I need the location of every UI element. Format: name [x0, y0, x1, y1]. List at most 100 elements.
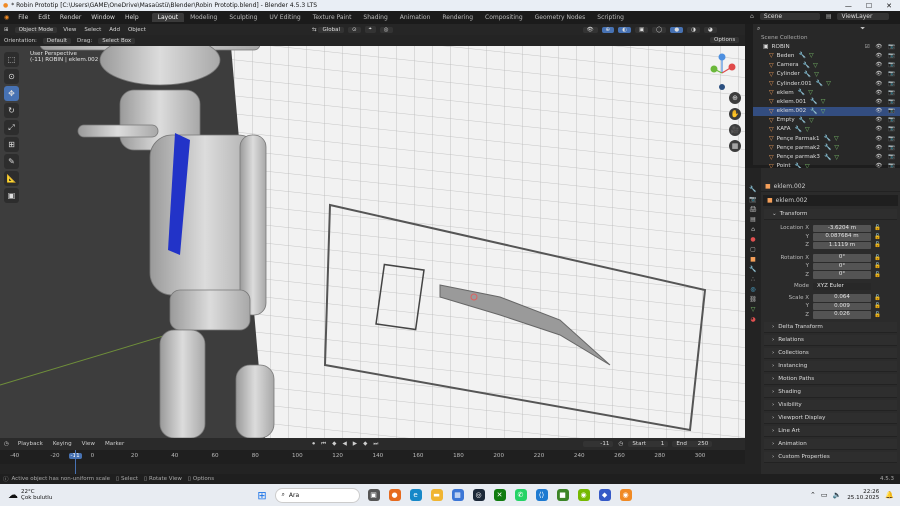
select-box-tool-icon[interactable]: ⬚ — [4, 52, 19, 67]
menu-window[interactable]: Window — [86, 14, 120, 21]
filter-icon[interactable]: ⏷ — [860, 25, 865, 33]
menu-render[interactable]: Render — [55, 14, 86, 21]
lock-icon[interactable]: 🔓 — [874, 272, 881, 278]
outliner-item[interactable]: ▽ Pençe parmak2 🔧 ▽ 👁 📷 — [753, 143, 900, 152]
rotation-mode-select[interactable]: XYZ Euler — [813, 282, 871, 290]
notifications-icon[interactable]: 🔔 — [885, 491, 900, 499]
close-button[interactable]: ✕ — [886, 2, 892, 10]
section-6[interactable]: › Visibility — [764, 400, 897, 411]
view-layer-selector[interactable]: ViewLayer — [837, 13, 890, 20]
visibility-icons[interactable]: 👁 📷 — [875, 126, 897, 132]
lock-icon[interactable]: 🔓 — [874, 242, 881, 248]
section-3[interactable]: › Instancing — [764, 361, 897, 372]
outliner-item[interactable]: ▽ Cylinder.001 🔧 ▽ 👁 📷 — [753, 79, 900, 88]
search-box[interactable]: ⌕ Ara — [274, 487, 360, 503]
menu-keying[interactable]: Keying — [48, 441, 77, 447]
play-reverse-button[interactable]: ◀ — [339, 441, 349, 447]
menu-marker[interactable]: Marker — [100, 441, 129, 447]
tab-sculpting[interactable]: Sculpting — [223, 13, 263, 22]
network-icon[interactable]: ▭ — [821, 491, 828, 499]
maximize-button[interactable]: ☐ — [866, 2, 872, 10]
shading-material[interactable]: ◑ — [687, 26, 700, 33]
weather-icon[interactable]: ☁ — [0, 490, 21, 501]
minimize-button[interactable]: — — [845, 2, 852, 10]
orientation-selector[interactable]: Default — [42, 37, 72, 44]
scene-selector[interactable]: Scene — [759, 13, 820, 20]
render-tab-icon[interactable]: 📷 — [749, 196, 756, 203]
menu-playback[interactable]: Playback — [13, 441, 48, 447]
lock-icon[interactable]: 🔓 — [874, 312, 881, 318]
outliner-item[interactable]: ▽ Pençe Parmak1 🔧 ▽ 👁 📷 — [753, 134, 900, 143]
visibility-icons[interactable]: 👁 📷 — [875, 90, 897, 96]
clock[interactable]: 22:26 25.10.2025 — [841, 489, 885, 501]
visibility-icons[interactable]: 👁 📷 — [875, 53, 897, 59]
whatsapp-icon[interactable]: ✆ — [514, 489, 527, 501]
collection-tab-icon[interactable]: ▢ — [750, 246, 756, 253]
section-2[interactable]: › Collections — [764, 348, 897, 359]
visibility-icons[interactable]: ☑ 👁 📷 — [865, 44, 897, 50]
blender-menu-icon[interactable]: ◉ — [0, 14, 13, 21]
xray-toggle[interactable]: ▣ — [634, 26, 649, 33]
file-explorer-icon[interactable]: ▬ — [430, 489, 443, 501]
scene-tab-icon[interactable]: ⌂ — [751, 226, 755, 233]
tab-modeling[interactable]: Modeling — [184, 13, 223, 22]
view-layer-tab-icon[interactable]: ▤ — [750, 216, 756, 223]
scene-collection-item[interactable]: Scene Collection — [753, 33, 900, 42]
particles-tab-icon[interactable]: ∴ — [751, 276, 755, 283]
visibility-icons[interactable]: 👁 📷 — [875, 145, 897, 151]
tab-uv-editing[interactable]: UV Editing — [263, 13, 306, 22]
jump-end-button[interactable]: ⏭ — [370, 441, 381, 448]
grid-view-icon[interactable]: ▦ — [729, 140, 741, 152]
transform-orientation-selector[interactable]: Global — [318, 26, 345, 33]
transform-panel-header[interactable]: ⌄ Transform — [764, 209, 897, 220]
rotation-x-field[interactable]: 0° — [813, 254, 871, 262]
location-z-field[interactable]: 1.1119 m — [813, 241, 871, 249]
section-9[interactable]: › Animation — [764, 439, 897, 450]
material-tab-icon[interactable]: ◕ — [750, 316, 755, 323]
rotation-y-field[interactable]: 0° — [813, 262, 871, 270]
outliner-item[interactable]: ▽ KAFA 🔧 ▽ 👁 📷 — [753, 125, 900, 134]
section-10[interactable]: › Custom Properties — [764, 452, 897, 463]
outliner-item-robin[interactable]: ▣ ROBIN ☑ 👁 📷 — [753, 42, 900, 51]
menu-help[interactable]: Help — [120, 14, 144, 21]
visibility-icons[interactable]: 👁 📷 — [875, 117, 897, 123]
scale-tool-icon[interactable]: ⤢ — [4, 120, 19, 135]
overlay-toggle[interactable]: ◐ — [618, 26, 631, 33]
shading-solid[interactable]: ● — [670, 26, 684, 33]
next-key-button[interactable]: ◆ — [360, 441, 370, 447]
outliner-item[interactable]: ▽ Empty 🔧 ▽ 👁 📷 — [753, 116, 900, 125]
tab-scripting[interactable]: Scripting — [591, 13, 630, 22]
start-button[interactable]: ⊞ — [257, 489, 266, 502]
section-7[interactable]: › Viewport Display — [764, 413, 897, 424]
start-frame-field[interactable]: Start 1 — [628, 441, 669, 447]
menu-edit[interactable]: Edit — [33, 14, 55, 21]
current-frame-field[interactable]: -11 — [583, 441, 614, 447]
cursor-tool-icon[interactable]: ⊙ — [4, 69, 19, 84]
tab-layout[interactable]: Layout — [151, 13, 185, 22]
annotate-tool-icon[interactable]: ✎ — [4, 154, 19, 169]
minecraft-icon[interactable]: ■ — [556, 489, 569, 501]
location-y-field[interactable]: 0.087684 m — [813, 233, 871, 241]
lock-icon[interactable]: 🔓 — [874, 225, 881, 231]
visibility-icons[interactable]: 👁 📷 — [875, 62, 897, 68]
xbox-icon[interactable]: ✕ — [493, 489, 506, 501]
blender-taskbar-icon[interactable]: ◉ — [619, 489, 632, 501]
pan-hand-icon[interactable]: ✋ — [729, 108, 741, 120]
camera-view-icon[interactable]: 🎥 — [729, 124, 741, 136]
record-button[interactable]: ⏺ — [309, 441, 318, 448]
task-view-icon[interactable]: ▣ — [367, 489, 380, 501]
visibility-icons[interactable]: 👁 📷 — [875, 71, 897, 77]
edge-icon[interactable]: e — [409, 489, 422, 501]
nvidia-icon[interactable]: ◉ — [577, 489, 590, 501]
menu-object[interactable]: Object — [124, 27, 150, 33]
transform-tool-icon[interactable]: ⊞ — [4, 137, 19, 152]
visibility-icons[interactable]: 👁 📷 — [875, 108, 897, 114]
location-x-field[interactable]: -3.6204 m — [813, 224, 871, 232]
navigation-gizmo[interactable] — [702, 53, 742, 93]
tray-chevron-icon[interactable]: ⌃ — [810, 491, 816, 499]
prev-key-button[interactable]: ◆ — [329, 441, 339, 447]
data-tab-icon[interactable]: ▽ — [751, 306, 756, 313]
gizmo-toggle[interactable]: ⊕ — [601, 26, 615, 33]
menu-file[interactable]: File — [13, 14, 33, 21]
section-8[interactable]: › Line Art — [764, 426, 897, 437]
